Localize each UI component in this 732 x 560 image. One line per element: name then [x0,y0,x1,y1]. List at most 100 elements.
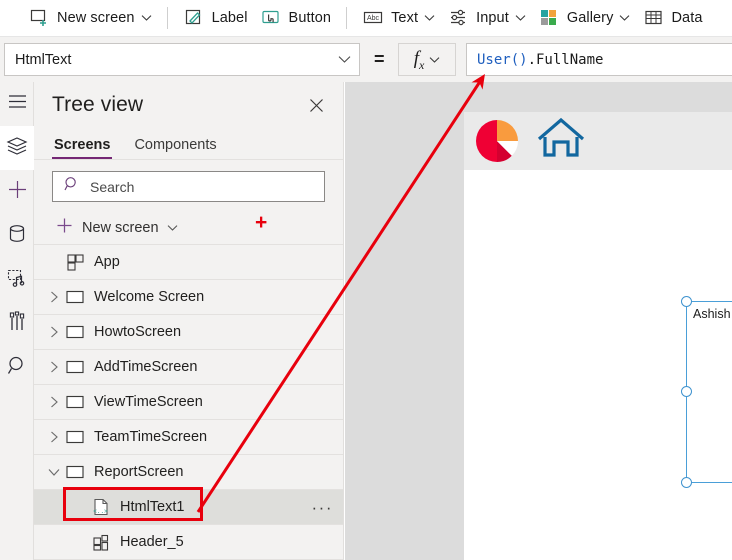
fx-icon: fx [413,47,425,72]
pie-chart-icon [471,115,523,167]
toolbar-divider-2 [346,6,348,29]
tree-row-label: TeamTimeScreen [94,429,208,445]
annotation-plus-marker: + [255,211,268,234]
property-dropdown[interactable]: HtmlText [4,43,360,76]
advanced-settings-icon [7,311,27,337]
tree-view-tabs: Screens Components [34,128,343,160]
chevron-down-icon[interactable] [44,462,64,482]
chevron-right-icon[interactable] [44,287,64,307]
chevron-right-icon[interactable] [44,427,64,447]
row-overflow-menu-icon[interactable]: ··· [312,499,333,516]
command-button[interactable]: Button [254,0,338,36]
selection-handle-middle-left[interactable] [681,386,692,397]
tree-view-header: Tree view [34,82,343,128]
tree-view-search-wrap: Search [34,160,343,211]
htmltext-rendered-value: Ashish Jaiswal [693,307,732,321]
selection-handle-top-left[interactable] [681,296,692,307]
chevron-down-icon[interactable] [619,14,630,22]
equals-sign: = [374,49,385,69]
powerapps-studio-window: New screen Label Button Abc Text Input G… [0,0,732,560]
data-cylinder-icon [8,224,26,249]
rail-item-insert[interactable] [0,170,34,214]
app-icon [64,252,86,272]
chevron-right-icon[interactable] [44,392,64,412]
command-new-screen[interactable]: New screen [22,0,158,36]
tree-view-title: Tree view [52,93,144,116]
annotation-highlight-box-htmltext1 [63,487,203,521]
chevron-right-icon[interactable] [44,322,64,342]
screen-icon [64,322,86,342]
chevron-right-icon[interactable] [44,357,64,377]
command-text-label: Text [391,9,419,26]
rail-item-search[interactable] [0,346,34,390]
tree-row-howto-screen[interactable]: HowtoScreen [34,315,343,350]
command-label[interactable]: Label [177,0,254,36]
command-gallery[interactable]: Gallery [532,0,637,36]
command-label-label: Label [211,9,248,26]
search-input[interactable]: Search [52,171,325,202]
command-gallery-label: Gallery [566,9,614,26]
toolbar-divider-1 [166,6,168,29]
rail-item-tree-view[interactable] [0,126,34,170]
chevron-down-icon[interactable] [338,51,351,69]
command-input-label: Input [476,9,509,26]
chevron-down-icon[interactable] [429,56,440,64]
rail-item-media[interactable] [0,258,34,302]
tree-row-label: Welcome Screen [94,289,205,305]
rail-item-advanced[interactable] [0,302,34,346]
search-magnifier-icon [7,355,28,381]
home-icon [535,115,589,167]
tree-row-label: Header_5 [120,534,184,550]
rail-item-data[interactable] [0,214,34,258]
tree-row-viewtime-screen[interactable]: ViewTimeScreen [34,385,343,420]
chevron-down-icon[interactable] [141,14,152,22]
screen-icon [64,427,86,447]
rail-item-menu[interactable] [0,82,34,126]
new-screen-label: New screen [82,219,159,236]
tree-row-addtime-screen[interactable]: AddTimeScreen [34,350,343,385]
hamburger-menu-icon [8,94,27,114]
command-data-label: Data [671,9,703,26]
tab-screens[interactable]: Screens [52,137,113,159]
command-new-screen-label: New screen [57,9,135,26]
command-bar: New screen Label Button Abc Text Input G… [0,0,732,36]
data-table-icon [642,7,664,29]
left-icon-rail [0,82,34,560]
tree-row-label: HowtoScreen [94,324,182,340]
close-icon[interactable] [303,92,329,118]
tree-row-welcome-screen[interactable]: Welcome Screen [34,280,343,315]
svg-text:Abc: Abc [367,15,380,22]
label-pencil-icon [183,7,205,29]
screen-icon [64,392,86,412]
canvas-area[interactable]: Ashish Jaiswal [345,82,732,560]
plus-icon [56,217,73,239]
screen-icon [64,462,86,482]
property-dropdown-value: HtmlText [15,51,72,68]
chevron-down-icon[interactable] [167,224,178,232]
chevron-down-icon[interactable] [515,14,526,22]
app-canvas[interactable]: Ashish Jaiswal [464,112,732,560]
tab-components[interactable]: Components [132,137,218,159]
formula-function-token: User() [477,51,528,68]
tree-row-header5[interactable]: Header_5 [34,525,343,560]
tree-row-report-screen[interactable]: ReportScreen [34,455,343,490]
search-icon [64,176,80,197]
command-text[interactable]: Abc Text [356,0,441,36]
tree-row-label: ViewTimeScreen [94,394,203,410]
tree-row-app[interactable]: App [34,245,343,280]
command-button-label: Button [288,9,332,26]
formula-rest-token: .FullName [527,51,604,68]
command-input[interactable]: Input [441,0,532,36]
chevron-down-icon[interactable] [424,14,435,22]
new-screen-icon [28,7,50,29]
search-input-placeholder: Search [90,178,135,195]
formula-input[interactable]: User() .FullName [466,43,732,76]
command-data[interactable]: Data [636,0,708,36]
new-screen-button[interactable]: New screen [34,211,343,245]
component-icon [90,532,112,552]
selection-handle-bottom-left[interactable] [681,477,692,488]
input-sliders-icon [447,7,469,29]
tree-row-teamtime-screen[interactable]: TeamTimeScreen [34,420,343,455]
fx-button[interactable]: fx [398,43,456,76]
selected-control-htmltext1[interactable]: Ashish Jaiswal [686,301,732,483]
